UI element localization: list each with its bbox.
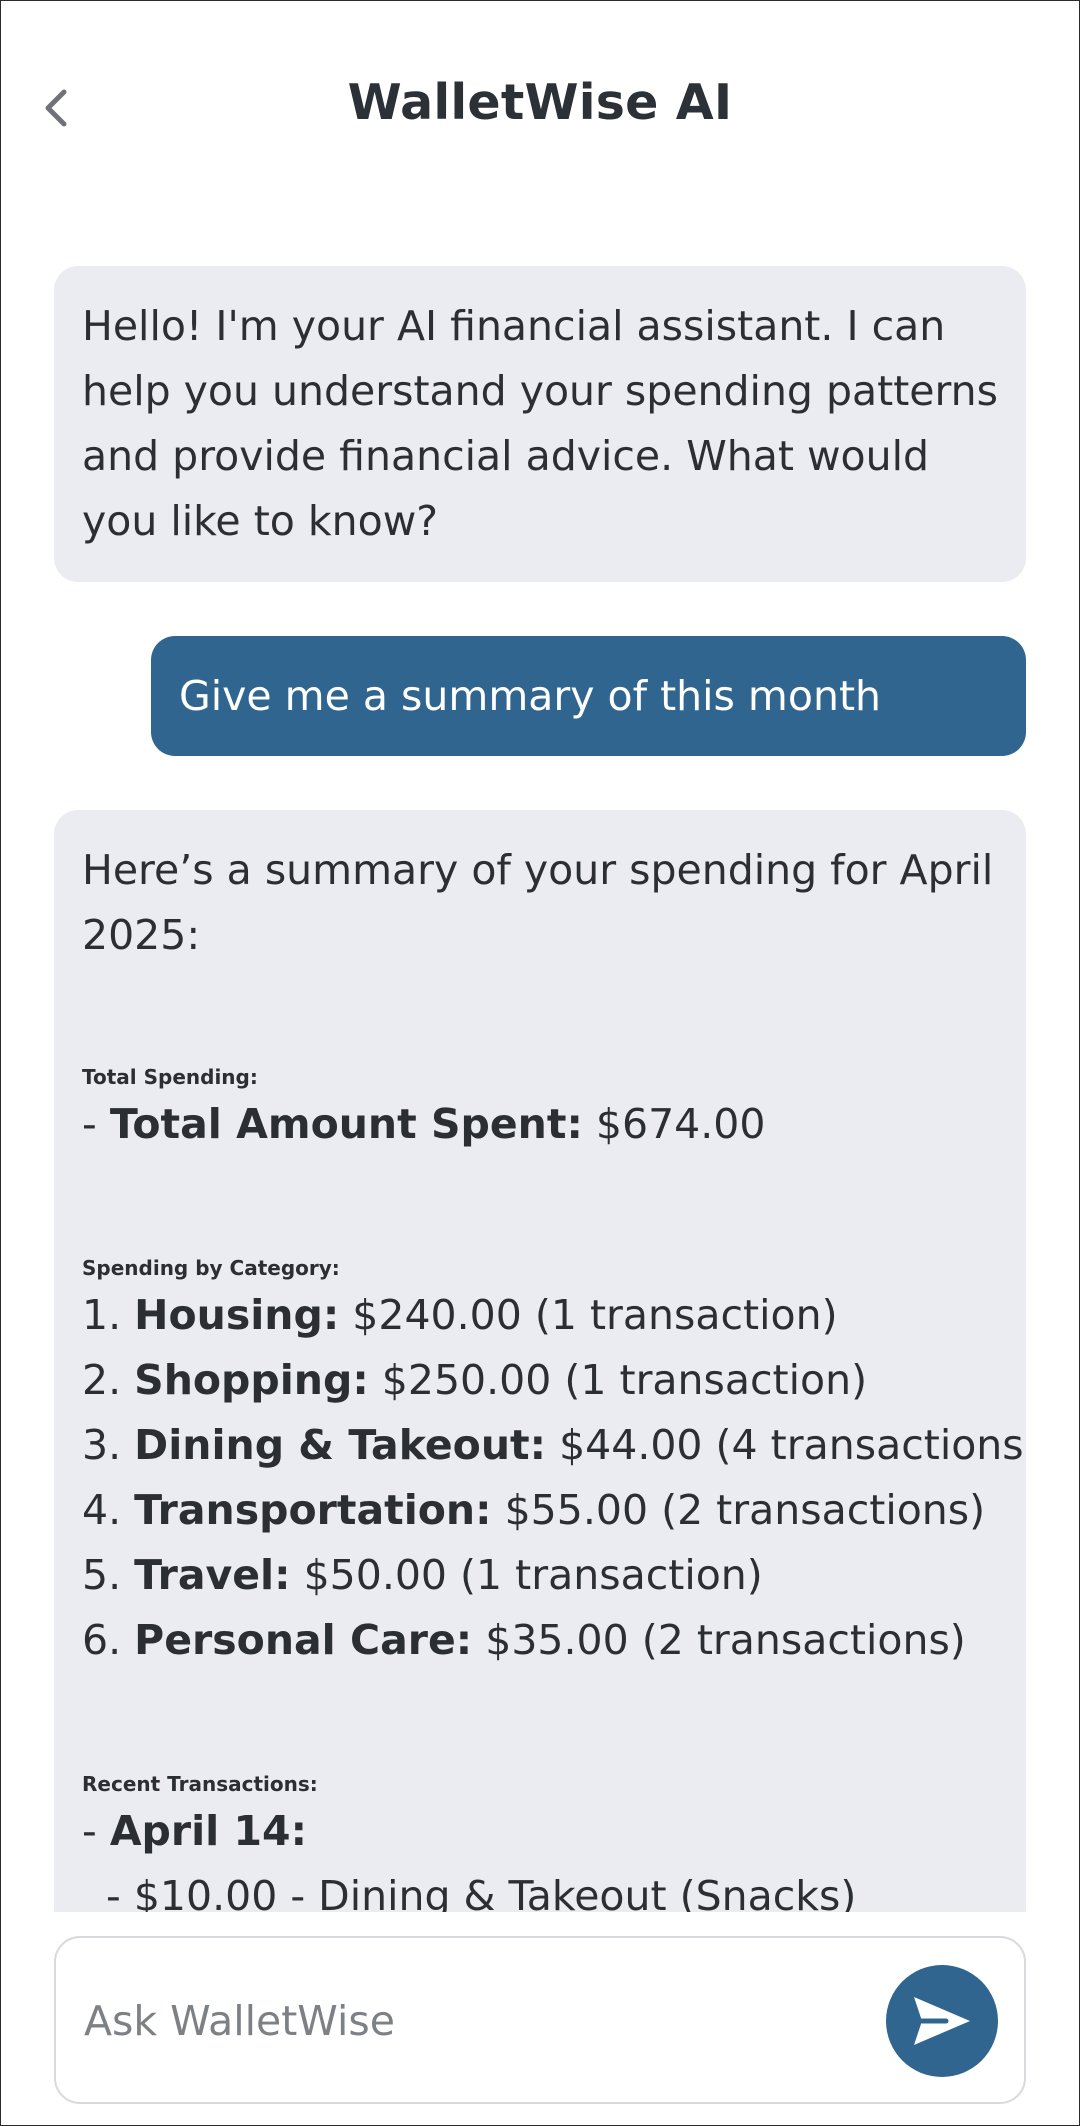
assistant-message-text: Hello! I'm your AI financial assistant. … [82,302,998,545]
category-item: 5. Travel: $50.00 (1 transaction) [82,1551,763,1599]
header: WalletWise AI [0,0,1080,216]
send-arrow-icon [914,1997,970,2045]
assistant-message-greeting: Hello! I'm your AI financial assistant. … [54,266,1026,582]
category-heading: Spending by Category: [82,1256,340,1280]
user-message-text: Give me a summary of this month [179,672,882,720]
category-item: 6. Personal Care: $35.00 (2 transactions… [82,1616,966,1664]
recent-transactions-heading: Recent Transactions: [82,1772,318,1796]
assistant-message-summary: Here’s a summary of your spending for Ap… [54,810,1026,1912]
total-amount-line: - Total Amount Spent: $674.00 [82,1100,766,1148]
user-message: Give me a summary of this month [151,636,1026,756]
category-item: 3. Dining & Takeout: $44.00 (4 transacti… [82,1421,1026,1469]
message-composer [54,1936,1026,2104]
category-item: 2. Shopping: $250.00 (1 transaction) [82,1356,868,1404]
send-button[interactable] [886,1965,998,2077]
total-amount-value: $674.00 [595,1100,766,1148]
total-spending-heading: Total Spending: [82,1065,258,1089]
message-input[interactable] [82,1938,886,2104]
total-amount-label: Total Amount Spent: [109,1100,583,1148]
category-item: 4. Transportation: $55.00 (2 transaction… [82,1486,986,1534]
recent-date: April 14: [109,1807,307,1855]
page-title: WalletWise AI [347,74,733,131]
recent-date-line: - April 14: [82,1807,307,1855]
summary-intro: Here’s a summary of your spending for Ap… [82,846,994,959]
recent-transaction-item: - $10.00 - Dining & Takeout (Snacks) [106,1872,857,1912]
chat-thread[interactable]: Hello! I'm your AI financial assistant. … [54,266,1026,1912]
category-item: 1. Housing: $240.00 (1 transaction) [82,1291,838,1339]
